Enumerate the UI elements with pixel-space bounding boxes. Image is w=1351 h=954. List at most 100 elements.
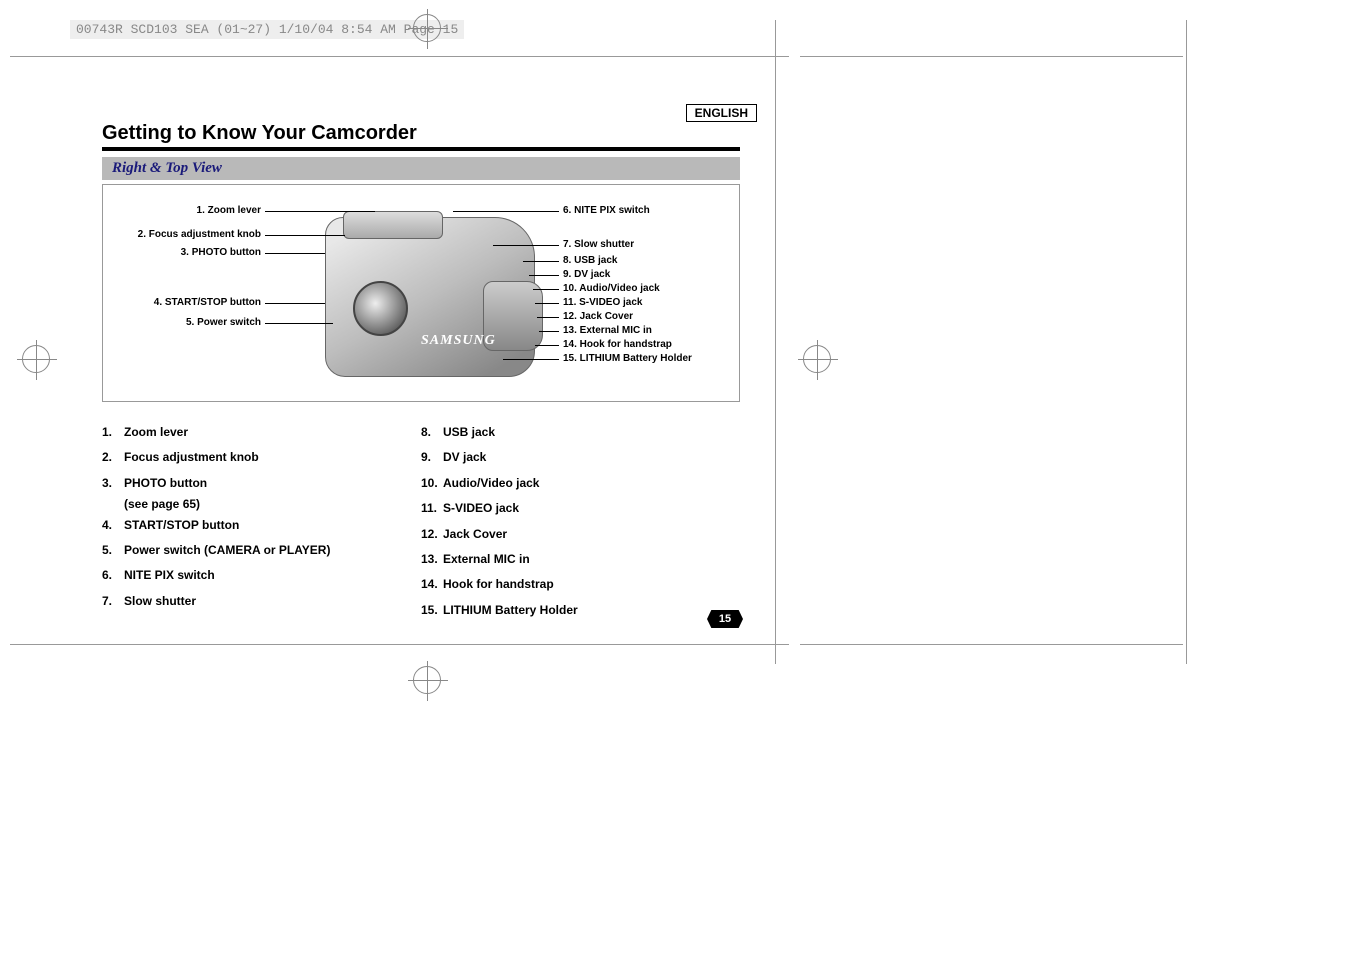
callout-label: 11. S-VIDEO jack xyxy=(563,297,643,308)
callout-label: 14. Hook for handstrap xyxy=(563,339,672,350)
leader-line xyxy=(265,235,345,236)
crop-line xyxy=(10,56,789,57)
page-content: ENGLISH Getting to Know Your Camcorder R… xyxy=(62,60,762,625)
list-item-number: 14. xyxy=(421,574,443,594)
leader-line xyxy=(503,359,559,360)
crop-line xyxy=(10,644,789,645)
list-item: 13.External MIC in xyxy=(421,549,740,569)
list-item-text: Hook for handstrap xyxy=(443,574,554,594)
list-item-number: 13. xyxy=(421,549,443,569)
list-item-text: Slow shutter xyxy=(124,591,196,611)
registration-mark-icon xyxy=(413,14,441,42)
callout-label: 15. LITHIUM Battery Holder xyxy=(563,353,692,364)
language-badge: ENGLISH xyxy=(686,104,757,122)
list-item-text: USB jack xyxy=(443,422,495,442)
callout-label: 5. Power switch xyxy=(131,317,261,328)
brand-label: SAMSUNG xyxy=(421,333,496,349)
list-item-text: Power switch (CAMERA or PLAYER) xyxy=(124,540,330,560)
list-item: 14.Hook for handstrap xyxy=(421,574,740,594)
list-item-number: 6. xyxy=(102,565,124,585)
callout-label: 2. Focus adjustment knob xyxy=(113,229,261,240)
crop-line xyxy=(775,20,776,664)
list-item-number: 11. xyxy=(421,498,443,518)
list-item-number: 10. xyxy=(421,473,443,493)
list-item: 2.Focus adjustment knob xyxy=(102,447,421,467)
title-underline xyxy=(102,147,740,151)
callout-label: 7. Slow shutter xyxy=(563,239,634,250)
list-item: 9.DV jack xyxy=(421,447,740,467)
list-item-text: Audio/Video jack xyxy=(443,473,539,493)
leader-line xyxy=(539,331,559,332)
camcorder-diagram: SAMSUNG 1. Zoom lever 2. Focus adjustmen… xyxy=(102,184,740,402)
leader-line xyxy=(529,275,559,276)
crop-line xyxy=(800,644,1183,645)
callout-label: 13. External MIC in xyxy=(563,325,652,336)
leader-line xyxy=(265,211,375,212)
list-item-text: DV jack xyxy=(443,447,486,467)
list-item-text: START/STOP button xyxy=(124,515,239,535)
list-item-subtext: (see page 65) xyxy=(124,494,421,514)
callout-label: 1. Zoom lever xyxy=(131,205,261,216)
list-item-text: S-VIDEO jack xyxy=(443,498,519,518)
list-item-number: 1. xyxy=(102,422,124,442)
list-item: 3.PHOTO button xyxy=(102,473,421,493)
list-item-text: Jack Cover xyxy=(443,524,507,544)
leader-line xyxy=(537,317,559,318)
page-number-badge: 15 xyxy=(707,610,743,628)
leader-line xyxy=(453,211,559,212)
list-item-number: 3. xyxy=(102,473,124,493)
list-item: 12.Jack Cover xyxy=(421,524,740,544)
crop-line xyxy=(800,56,1183,57)
camcorder-top-icon xyxy=(343,211,443,239)
list-item-text: Focus adjustment knob xyxy=(124,447,259,467)
camcorder-lens-icon xyxy=(353,281,408,336)
feature-list-left: 1.Zoom lever2.Focus adjustment knob3.PHO… xyxy=(102,422,421,625)
list-item: 6.NITE PIX switch xyxy=(102,565,421,585)
callout-label: 8. USB jack xyxy=(563,255,617,266)
list-item: 5.Power switch (CAMERA or PLAYER) xyxy=(102,540,421,560)
registration-mark-icon xyxy=(22,345,50,373)
list-item-number: 7. xyxy=(102,591,124,611)
feature-list: 1.Zoom lever2.Focus adjustment knob3.PHO… xyxy=(102,422,740,625)
leader-line xyxy=(533,289,559,290)
list-item: 15.LITHIUM Battery Holder xyxy=(421,600,740,620)
leader-line xyxy=(265,323,333,324)
list-item-text: NITE PIX switch xyxy=(124,565,215,585)
list-item: 10.Audio/Video jack xyxy=(421,473,740,493)
section-subtitle: Right & Top View xyxy=(102,157,740,180)
leader-line xyxy=(265,253,325,254)
list-item: 7.Slow shutter xyxy=(102,591,421,611)
list-item-text: LITHIUM Battery Holder xyxy=(443,600,578,620)
list-item: 1.Zoom lever xyxy=(102,422,421,442)
leader-line xyxy=(493,245,559,246)
list-item: 4.START/STOP button xyxy=(102,515,421,535)
callout-label: 3. PHOTO button xyxy=(131,247,261,258)
page-title: Getting to Know Your Camcorder xyxy=(102,122,762,147)
callout-label: 9. DV jack xyxy=(563,269,610,280)
leader-line xyxy=(523,261,559,262)
registration-mark-icon xyxy=(413,666,441,694)
list-item: 11.S-VIDEO jack xyxy=(421,498,740,518)
crop-line xyxy=(1186,20,1187,664)
feature-list-right: 8.USB jack9.DV jack10.Audio/Video jack11… xyxy=(421,422,740,625)
leader-line xyxy=(535,303,559,304)
list-item-number: 8. xyxy=(421,422,443,442)
leader-line xyxy=(265,303,325,304)
prepress-header: 00743R SCD103 SEA (01~27) 1/10/04 8:54 A… xyxy=(70,20,464,39)
callout-label: 4. START/STOP button xyxy=(113,297,261,308)
list-item-text: PHOTO button xyxy=(124,473,207,493)
callout-label: 12. Jack Cover xyxy=(563,311,633,322)
registration-mark-icon xyxy=(803,345,831,373)
list-item-number: 4. xyxy=(102,515,124,535)
list-item-number: 5. xyxy=(102,540,124,560)
list-item-number: 9. xyxy=(421,447,443,467)
list-item: 8.USB jack xyxy=(421,422,740,442)
list-item-number: 12. xyxy=(421,524,443,544)
list-item-number: 15. xyxy=(421,600,443,620)
leader-line xyxy=(535,345,559,346)
list-item-text: External MIC in xyxy=(443,549,530,569)
callout-label: 6. NITE PIX switch xyxy=(563,205,650,216)
list-item-text: Zoom lever xyxy=(124,422,188,442)
callout-label: 10. Audio/Video jack xyxy=(563,283,660,294)
list-item-number: 2. xyxy=(102,447,124,467)
